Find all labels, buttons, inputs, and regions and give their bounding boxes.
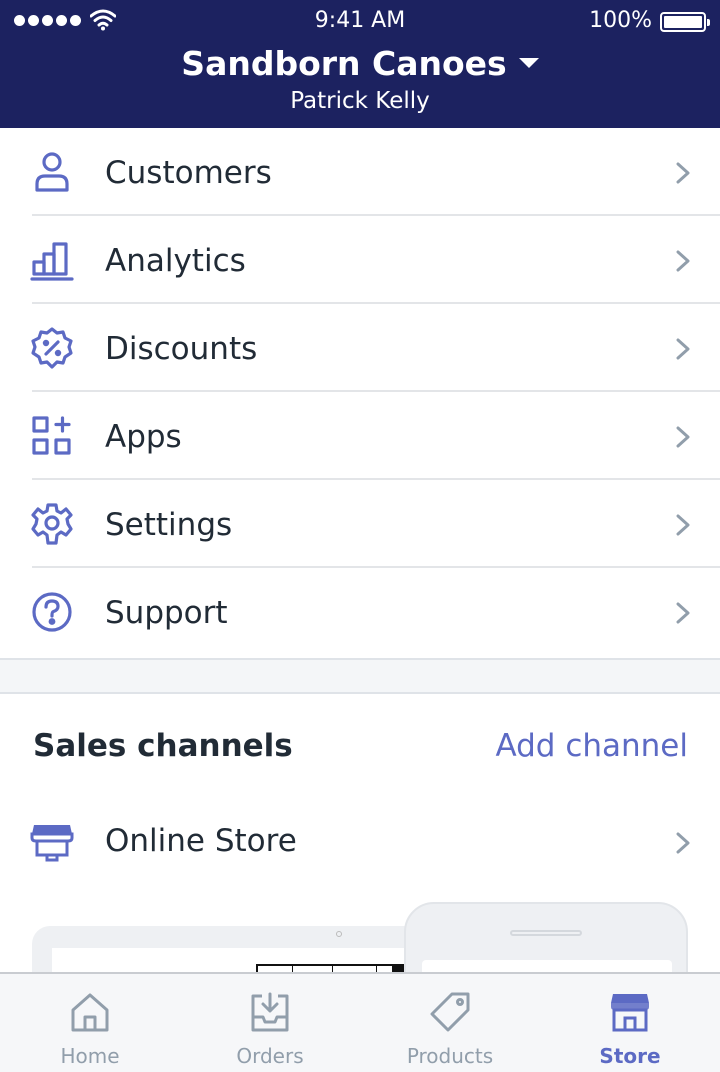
section-title: Sales channels — [33, 728, 293, 764]
tag-icon — [430, 992, 470, 1032]
camera-dot — [336, 931, 342, 937]
store-menu: Customers Analytics Discounts Apps Setti… — [0, 128, 720, 658]
app-header: 9:41 AM 100% Sandborn Canoes Patrick Kel… — [0, 0, 720, 128]
phone-screen — [422, 960, 672, 972]
menu-item-customers[interactable]: Customers — [0, 128, 720, 216]
chevron-right-icon — [676, 250, 690, 272]
caret-down-icon — [518, 57, 539, 68]
chevron-right-icon — [676, 426, 690, 448]
gear-icon — [31, 503, 73, 545]
desktop-preview-illustration — [32, 926, 452, 972]
chevron-right-icon — [676, 514, 690, 536]
section-border — [0, 658, 720, 660]
menu-item-label: Analytics — [105, 243, 246, 279]
storefront-icon — [30, 825, 74, 862]
chevron-right-icon — [676, 338, 690, 360]
tab-label: Home — [60, 1044, 120, 1068]
apps-icon — [32, 416, 71, 455]
preview-screen — [52, 948, 432, 972]
store-icon — [611, 994, 649, 1032]
menu-item-label: Customers — [105, 155, 272, 191]
home-icon — [71, 993, 109, 1032]
analytics-icon — [30, 242, 74, 281]
chevron-right-icon — [676, 162, 690, 184]
chevron-right-icon — [676, 832, 690, 854]
tab-label: Orders — [236, 1044, 304, 1068]
user-name: Patrick Kelly — [290, 88, 430, 114]
question-icon — [32, 592, 72, 632]
menu-item-analytics[interactable]: Analytics — [0, 216, 720, 304]
store-name: Sandborn Canoes — [181, 44, 507, 83]
orders-icon — [251, 992, 289, 1032]
menu-item-label: Apps — [105, 419, 182, 455]
battery-icon — [660, 12, 710, 32]
preview-nav-bar — [256, 964, 416, 972]
tab-home[interactable]: Home — [0, 974, 180, 1072]
tab-products[interactable]: Products — [360, 974, 540, 1072]
battery-percent: 100% — [589, 8, 652, 33]
menu-item-apps[interactable]: Apps — [0, 392, 720, 480]
store-switcher[interactable]: Sandborn Canoes — [0, 44, 720, 83]
menu-item-settings[interactable]: Settings — [0, 480, 720, 568]
tab-bar: Home Orders Products Store — [0, 972, 720, 1072]
add-channel-link[interactable]: Add channel — [495, 728, 688, 764]
menu-item-label: Support — [105, 595, 228, 631]
tab-orders[interactable]: Orders — [180, 974, 360, 1072]
channel-label: Online Store — [105, 823, 297, 859]
tab-label: Store — [599, 1044, 661, 1068]
menu-item-label: Discounts — [105, 331, 258, 367]
customer-icon — [35, 152, 69, 192]
discount-icon — [31, 327, 73, 369]
chevron-right-icon — [676, 602, 690, 624]
channel-online-store[interactable]: Online Store — [0, 798, 720, 886]
sales-channels-section: Sales channels Add channel Online Store — [0, 692, 720, 972]
tab-store[interactable]: Store — [540, 974, 720, 1072]
menu-item-support[interactable]: Support — [0, 568, 720, 656]
menu-item-label: Settings — [105, 507, 233, 543]
tab-label: Products — [406, 1044, 494, 1068]
mobile-preview-illustration — [404, 902, 688, 972]
menu-item-discounts[interactable]: Discounts — [0, 304, 720, 392]
status-bar: 9:41 AM 100% — [0, 0, 720, 44]
phone-speaker — [510, 930, 582, 936]
